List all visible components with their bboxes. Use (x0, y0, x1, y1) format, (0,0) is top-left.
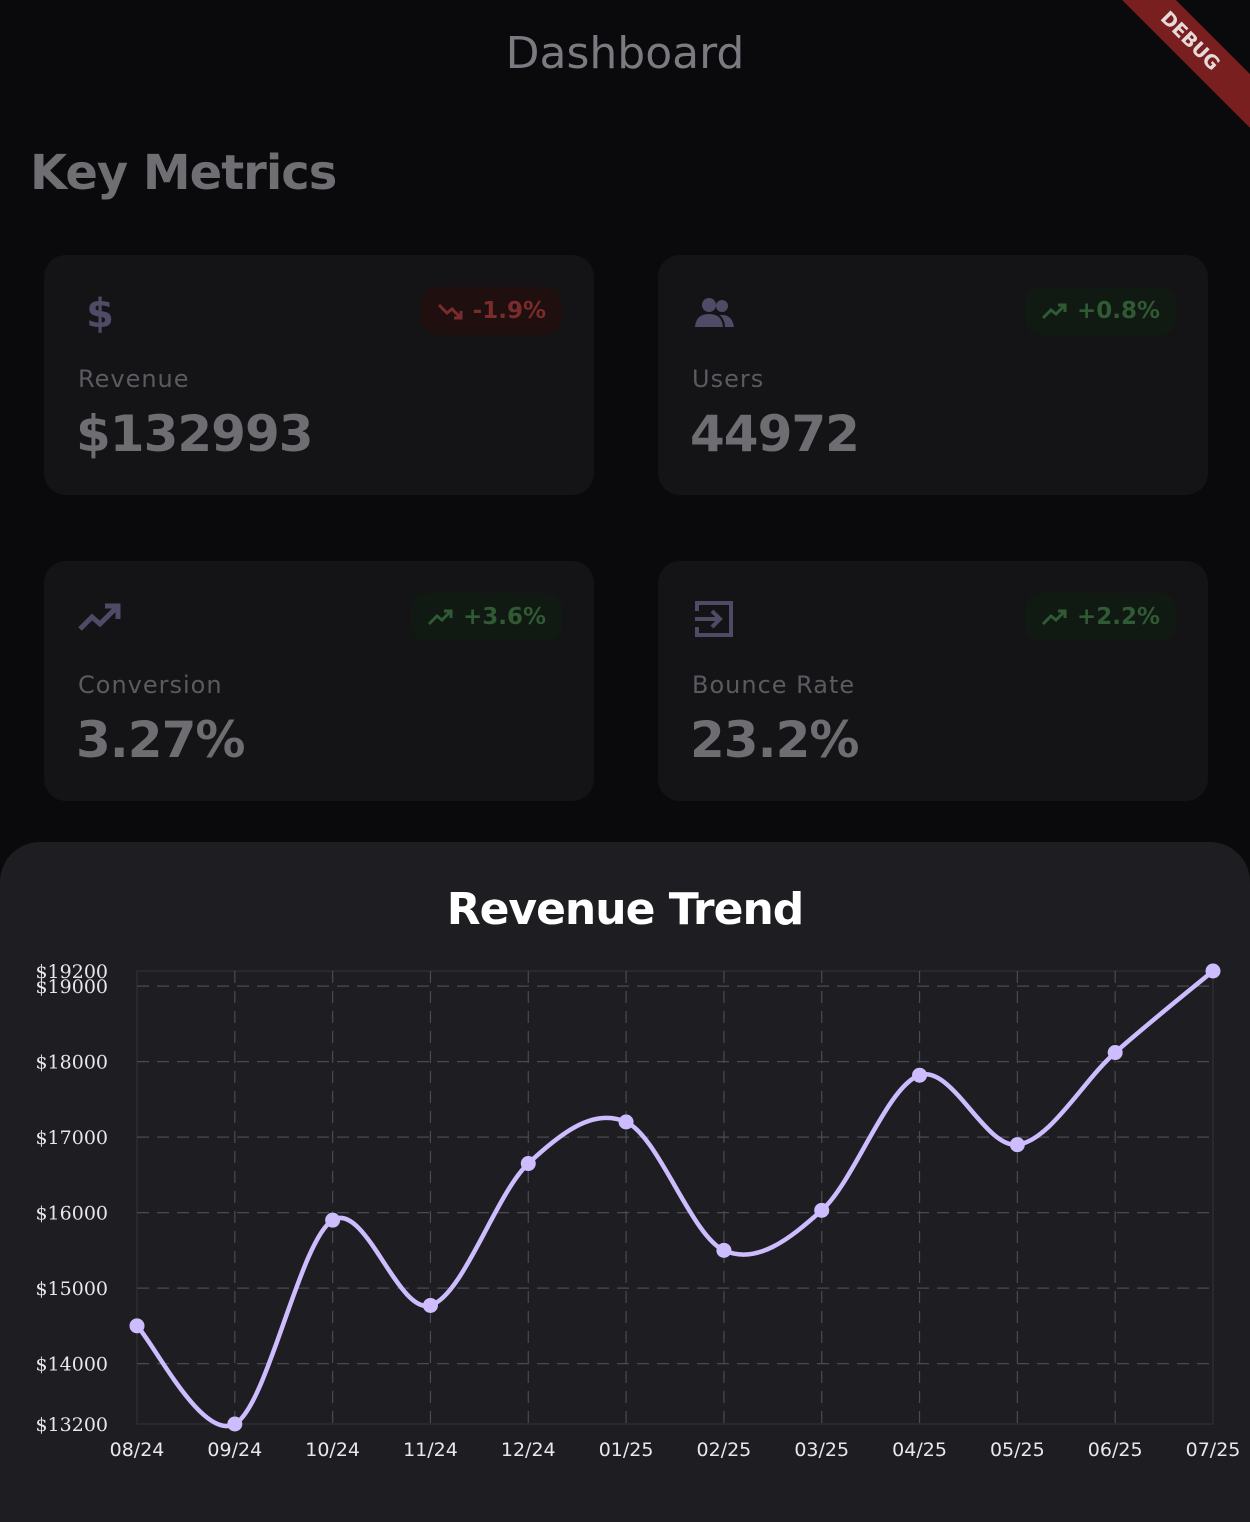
x-tick-label: 08/24 (110, 1439, 165, 1461)
metric-label: Revenue (78, 365, 190, 393)
y-tick-label: $18000 (35, 1052, 108, 1074)
metric-card-users[interactable]: +0.8% Users 44972 (658, 255, 1208, 495)
revenue-series-line (134, 968, 1216, 1429)
section-title: Key Metrics (30, 145, 337, 201)
change-value: -1.9% (472, 298, 546, 324)
change-badge: +3.6% (410, 593, 562, 641)
exit-icon (695, 601, 733, 637)
y-tick-label: $15000 (35, 1278, 108, 1300)
metric-card-revenue[interactable]: $ -1.9% Revenue $132993 (44, 255, 594, 495)
x-tick-label: 10/24 (305, 1439, 360, 1461)
trending-up-icon (1041, 609, 1067, 626)
x-tick-label: 03/25 (794, 1439, 849, 1461)
data-point (520, 1156, 536, 1172)
y-tick-label: $17000 (35, 1127, 108, 1149)
revenue-line-chart[interactable]: $13200$14000$15000$16000$17000$18000$190… (0, 842, 1250, 1498)
people-icon (695, 298, 734, 327)
metric-label: Bounce Rate (692, 671, 856, 699)
trending-down-icon (437, 303, 463, 320)
metric-card-conversion[interactable]: +3.6% Conversion 3.27% (44, 561, 594, 801)
trending-up-icon (1041, 303, 1067, 320)
data-point (814, 1202, 830, 1218)
metric-value: 23.2% (690, 711, 859, 769)
revenue-chart-panel: Revenue Trend $13200 $14000 $15000 $16000 $1… (0, 842, 1250, 1522)
data-point (129, 1318, 145, 1334)
data-point (325, 1212, 341, 1228)
data-point (422, 1297, 438, 1313)
data-point (227, 1416, 243, 1432)
y-tick-label: $13200 (35, 1414, 108, 1436)
change-value: +3.6% (462, 604, 546, 630)
trending-up-icon (78, 603, 121, 631)
data-point (912, 1067, 928, 1083)
data-point (1107, 1045, 1123, 1061)
x-tick-label: 05/25 (990, 1439, 1045, 1461)
x-tick-label: 07/25 (1186, 1439, 1241, 1461)
metric-value: 3.27% (76, 711, 245, 769)
x-tick-label: 06/25 (1088, 1439, 1143, 1461)
app-title: Dashboard (505, 28, 745, 79)
svg-text:$: $ (86, 291, 114, 335)
x-tick-label: 11/24 (403, 1439, 458, 1461)
metric-label: Users (692, 365, 765, 393)
x-tick-label: 12/24 (501, 1439, 556, 1461)
y-tick-label: $19200 (35, 961, 108, 983)
data-point (1009, 1137, 1025, 1153)
change-badge: +2.2% (1024, 593, 1176, 641)
y-tick-label: $14000 (35, 1354, 108, 1376)
x-tick-label: 09/24 (207, 1439, 262, 1461)
metric-value: $132993 (76, 405, 314, 463)
x-tick-label: 01/25 (599, 1439, 654, 1461)
dollar-icon: $ (86, 291, 114, 335)
change-value: +0.8% (1076, 298, 1160, 324)
x-tick-label: 04/25 (892, 1439, 947, 1461)
y-tick-label: $16000 (35, 1203, 108, 1225)
metric-value: 44972 (690, 405, 860, 463)
data-point (618, 1114, 634, 1130)
change-value: +2.2% (1076, 604, 1160, 630)
change-badge: -1.9% (420, 287, 562, 335)
metric-label: Conversion (78, 671, 223, 699)
data-point (1205, 963, 1221, 979)
data-point (716, 1242, 732, 1258)
x-tick-label: 02/25 (697, 1439, 752, 1461)
change-badge: +0.8% (1024, 287, 1176, 335)
metric-card-bounce-rate[interactable]: +2.2% Bounce Rate 23.2% (658, 561, 1208, 801)
trending-up-icon (427, 609, 453, 626)
plot-border (136, 970, 1214, 1425)
